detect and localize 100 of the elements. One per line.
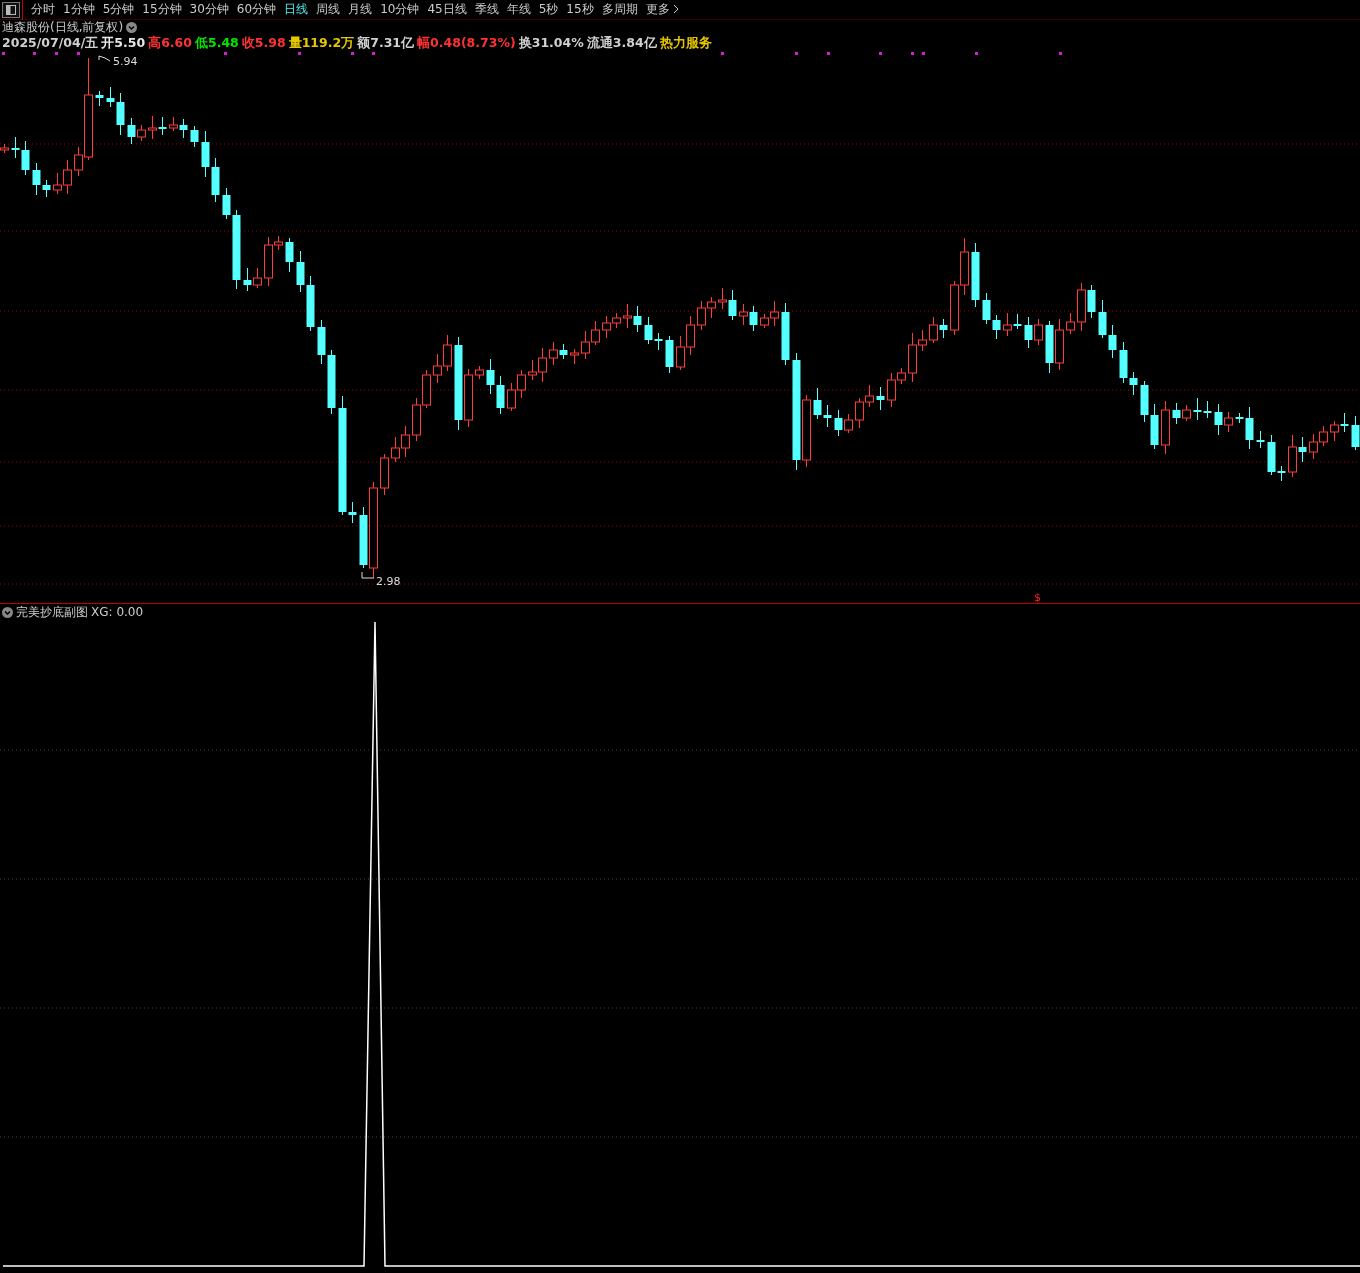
candle: [960, 237, 969, 296]
quote-stat: 开5.50: [101, 35, 146, 50]
candle: [412, 397, 421, 442]
candle: [929, 316, 938, 344]
candle: [623, 303, 632, 329]
candle: [1172, 402, 1181, 425]
period-tab[interactable]: 分时: [27, 0, 59, 19]
quote-stat: 幅0.48(8.73%): [417, 35, 516, 50]
candle: [296, 250, 305, 293]
candle: [1351, 415, 1360, 451]
candle: [1203, 400, 1212, 419]
candle: [602, 315, 611, 339]
candle: [1077, 282, 1086, 332]
candle: [612, 312, 621, 329]
max-price-label: 5.94: [113, 55, 138, 68]
candle: [665, 335, 674, 374]
period-tab[interactable]: 60分钟: [232, 0, 281, 19]
candle: [1140, 380, 1149, 423]
candle: [486, 358, 495, 395]
candle: [179, 118, 188, 139]
candle: [749, 305, 758, 332]
candle: [475, 365, 484, 380]
candle: [982, 292, 991, 325]
candle: [401, 425, 410, 458]
panel-toggle-button[interactable]: [2, 1, 20, 18]
candle: [876, 386, 885, 411]
period-tab[interactable]: 1分钟: [59, 0, 99, 19]
candle: [496, 375, 505, 415]
candle: [865, 384, 874, 408]
candle: [190, 125, 199, 148]
period-tab[interactable]: 15分钟: [138, 0, 186, 19]
candle: [950, 280, 959, 336]
candle: [211, 157, 220, 203]
candle: [285, 237, 294, 273]
quote-stat: 流通3.84亿: [586, 35, 657, 50]
candle: [1087, 284, 1096, 319]
candle: [971, 242, 980, 308]
quote-stat: 低5.48: [194, 35, 239, 50]
candle: [823, 404, 832, 428]
candle: [992, 314, 1001, 340]
indicator-title: 完美抄底副图: [16, 605, 88, 620]
period-tab[interactable]: 15秒: [562, 0, 598, 19]
candle: [718, 287, 727, 310]
period-tab[interactable]: 5分钟: [98, 0, 139, 19]
period-tab[interactable]: 45日线: [423, 0, 471, 19]
candle: [939, 318, 948, 339]
collapse-icon[interactable]: [126, 22, 138, 33]
candle: [781, 302, 790, 366]
candle: [591, 320, 600, 346]
candle: [570, 348, 579, 365]
candle: [686, 315, 695, 356]
candle: [1330, 420, 1339, 442]
candle: [1034, 318, 1043, 346]
candle: [1150, 403, 1159, 450]
candle: [95, 90, 104, 107]
period-tab[interactable]: 多周期: [597, 0, 642, 19]
quote-stat: 量119.2万: [288, 35, 355, 50]
candle: [243, 267, 252, 292]
period-tab[interactable]: 季线: [470, 0, 503, 19]
candle: [443, 334, 452, 372]
quote-stat: 额7.31亿: [357, 35, 415, 50]
candle: [813, 387, 822, 420]
period-tab[interactable]: 10分钟: [376, 0, 424, 19]
candle: [1024, 316, 1033, 349]
quote-stat: 收5.98: [241, 35, 286, 50]
candle: [581, 330, 590, 360]
candle: [158, 116, 167, 136]
candle: [697, 300, 706, 331]
candle: [739, 303, 748, 326]
candle: [1055, 318, 1064, 371]
period-tab[interactable]: 月线: [344, 0, 377, 19]
candle: [306, 275, 315, 332]
candle: [1108, 324, 1117, 359]
candle: [422, 369, 431, 409]
candle: [0, 143, 9, 154]
candle: [391, 436, 400, 463]
candle: [1066, 312, 1075, 335]
candle: [844, 413, 853, 434]
period-tab[interactable]: 年线: [502, 0, 535, 19]
candle: [1193, 397, 1202, 421]
candle: [1098, 299, 1107, 339]
candle: [1309, 433, 1318, 460]
candle: [169, 116, 178, 132]
period-tab[interactable]: 周线: [312, 0, 345, 19]
period-tab[interactable]: 30分钟: [185, 0, 233, 19]
candle: [834, 409, 843, 437]
candle: [507, 382, 516, 412]
leader-line: [98, 55, 111, 62]
candle: [1161, 400, 1170, 455]
candle: [1182, 404, 1191, 422]
period-tab[interactable]: 5秒: [534, 0, 563, 19]
candle: [433, 353, 442, 384]
candle: [676, 335, 685, 371]
min-price-label: 2.98: [376, 575, 401, 588]
candle: [253, 267, 262, 289]
candle: [633, 305, 642, 333]
candle: [380, 453, 389, 496]
collapse-icon[interactable]: [2, 607, 13, 618]
period-tab[interactable]: 日线: [280, 0, 313, 19]
period-tab[interactable]: 更多: [641, 0, 684, 19]
